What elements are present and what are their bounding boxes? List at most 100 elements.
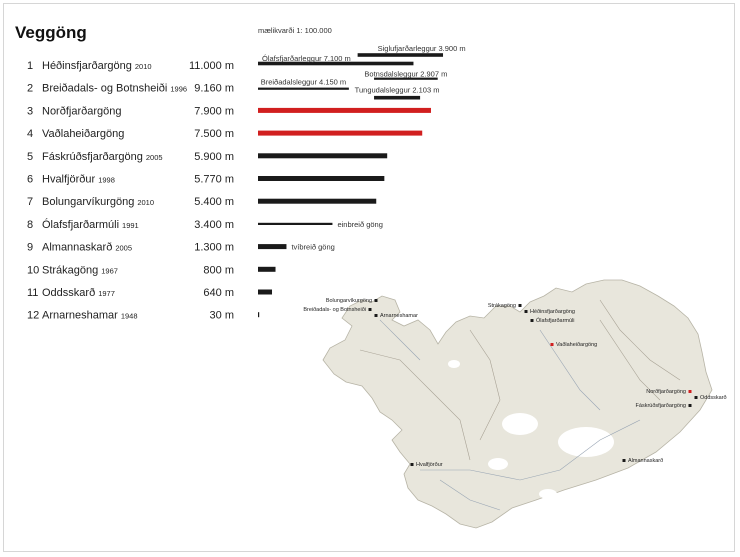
tunnel-year: 1967 (101, 266, 118, 275)
tunnel-year: 1977 (98, 289, 115, 298)
glacier-myrdalsjokull (539, 489, 557, 499)
tunnel-row: 3 Norðfjarðargöng 7.900 m (27, 105, 431, 117)
leg-label: Ólafsfjarðarleggur 7.100 m (262, 54, 351, 63)
map-tunnel-label: Oddsskarð (700, 394, 727, 401)
leg-segments: Siglufjarðarleggur 3.900 m Ólafsfjarðarle… (258, 44, 466, 100)
map-tunnel-label: Fáskrúðsfjarðargöng (636, 402, 686, 409)
tunnel-length: 7.900 m (194, 105, 234, 117)
tunnel-marker (368, 308, 372, 311)
tunnel-marker (530, 319, 534, 322)
row-rank: 3 (27, 105, 33, 117)
length-bar (258, 244, 287, 250)
tunnel-name: Fáskrúðsfjarðargöng 2005 (42, 151, 163, 163)
row-rank: 1 (27, 60, 33, 72)
tunnel-name: Norðfjarðargöng (42, 105, 122, 117)
tunnel-row: 5 Fáskrúðsfjarðargöng 2005 5.900 m (27, 151, 388, 163)
map-tunnel-label: Vaðlaheiðargöng (556, 341, 597, 348)
tunnel-length: 5.900 m (194, 151, 234, 163)
map-tunnel-label: Héðinsfjarðargöng (530, 308, 575, 315)
row-rank: 8 (27, 219, 33, 231)
tunnel-year: 1998 (98, 176, 115, 185)
row-rank: 9 (27, 242, 33, 254)
chart-rows: 1 Héðinsfjarðargöng 2010 11.000 m 2 Breiðadal… (27, 60, 431, 322)
tunnel-marker (688, 404, 692, 407)
glacier-vatnajokull (558, 427, 614, 457)
length-bar (258, 289, 273, 295)
length-bar (258, 176, 385, 181)
row-rank: 12 (27, 310, 39, 322)
tunnel-chart: Veggöng mælikvarði 1: 100.000 Bolungarví… (15, 23, 727, 529)
tunnel-name: Almannaskarð 2005 (42, 242, 132, 254)
row-rank: 6 (27, 174, 33, 186)
length-bar (258, 312, 260, 318)
tunnel-length: 7.500 m (194, 128, 234, 140)
tunnel-row: 12 Arnarneshamar 1948 30 m (27, 310, 260, 322)
length-bar (258, 198, 377, 204)
tunnel-length: 11.000 m (189, 60, 234, 72)
tunnel-length: 1.300 m (194, 242, 234, 254)
tunnel-row: 1 Héðinsfjarðargöng 2010 11.000 m (27, 60, 234, 72)
tunnel-name: Bolungarvíkurgöng 2010 (42, 196, 154, 208)
row-rank: 4 (27, 128, 33, 140)
row-rank: 5 (27, 151, 33, 163)
tunnel-marker (410, 463, 414, 466)
map-tunnel-label: Breiðadals- og Botnsheiði (303, 306, 366, 313)
length-bar (258, 107, 431, 113)
tunnel-row: 10 Strákagöng 1967 800 m (27, 264, 276, 276)
tunnel-row: 7 Bolungarvíkurgöng 2010 5.400 m (27, 196, 377, 208)
tunnel-marker (524, 310, 528, 313)
leg-label: Siglufjarðarleggur 3.900 m (378, 44, 466, 53)
tunnel-row: 4 Vaðlaheiðargöng 7.500 m (27, 128, 423, 140)
tunnel-marker (374, 299, 378, 302)
tunnel-row: 8 Ólafsfjarðarmúli 1991 3.400 m (27, 218, 333, 231)
map-tunnel-label: Arnarneshamar (380, 313, 418, 319)
tunnel-marker (688, 390, 692, 393)
map-tunnel-label: Ólafsfjarðarmúli (536, 317, 575, 324)
tunnel-marker (550, 343, 554, 346)
glacier-drangajokull (448, 360, 460, 368)
leg-bar (258, 87, 349, 90)
tunnel-name: Ólafsfjarðarmúli 1991 (42, 218, 139, 231)
iceland-map: Bolungarvíkurgöng Breiðadals- og Botnshei… (303, 279, 727, 529)
tunnel-year: 2005 (115, 244, 132, 253)
tunnel-year: 2005 (146, 153, 163, 162)
tunnel-length: 800 m (203, 264, 234, 276)
tunnel-row: 9 Almannaskarð 2005 1.300 m (27, 242, 287, 254)
bar-annotation: einbreið göng (337, 220, 382, 229)
tunnel-year: 1948 (121, 312, 138, 321)
row-rank: 2 (27, 83, 33, 95)
length-bar (258, 266, 276, 272)
tunnel-length: 3.400 m (194, 219, 234, 231)
leg-label: Breiðadalsleggur 4.150 m (261, 78, 346, 87)
tunnel-year: 2010 (135, 62, 152, 71)
row-rank: 7 (27, 196, 33, 208)
map-tunnel-label: Bolungarvíkurgöng (326, 298, 372, 304)
leg-bar (374, 95, 421, 100)
scale-label: mælikvarði 1: 100.000 (258, 26, 332, 35)
chart-title: Veggöng (15, 23, 87, 42)
tunnel-row: 6 Hvalfjörður 1998 5.770 m (27, 174, 385, 186)
length-bar (258, 222, 333, 225)
tunnel-name: Vaðlaheiðargöng (42, 128, 124, 140)
tunnel-marker (518, 304, 522, 307)
map-tunnel-label: Strákagöng (488, 303, 516, 309)
row-rank: 10 (27, 264, 39, 276)
tunnel-row: 11 Oddsskarð 1977 640 m (27, 287, 273, 299)
tunnel-year: 1996 (170, 85, 187, 94)
tunnel-year: 1991 (122, 221, 139, 230)
bar-annotation: tvíbreið göng (291, 243, 334, 252)
tunnel-length: 5.770 m (194, 174, 234, 186)
leg-bar (357, 53, 444, 57)
tunnel-length: 5.400 m (194, 196, 234, 208)
map-tunnel-label: Hvalfjörður (416, 461, 443, 468)
row-rank: 11 (27, 287, 38, 299)
tunnel-name: Breiðadals- og Botnsheiði 1996 (42, 83, 187, 95)
tunnel-name: Héðinsfjarðargöng 2010 (42, 60, 152, 72)
glacier-langjokull (502, 413, 538, 435)
tunnel-marker (374, 314, 378, 317)
tunnel-length: 9.160 m (194, 83, 234, 95)
glacier-hofsjokull (488, 458, 508, 470)
tunnel-name: Arnarneshamar 1948 (42, 310, 138, 322)
tunnel-length: 30 m (210, 310, 234, 322)
tunnel-marker (694, 396, 698, 399)
